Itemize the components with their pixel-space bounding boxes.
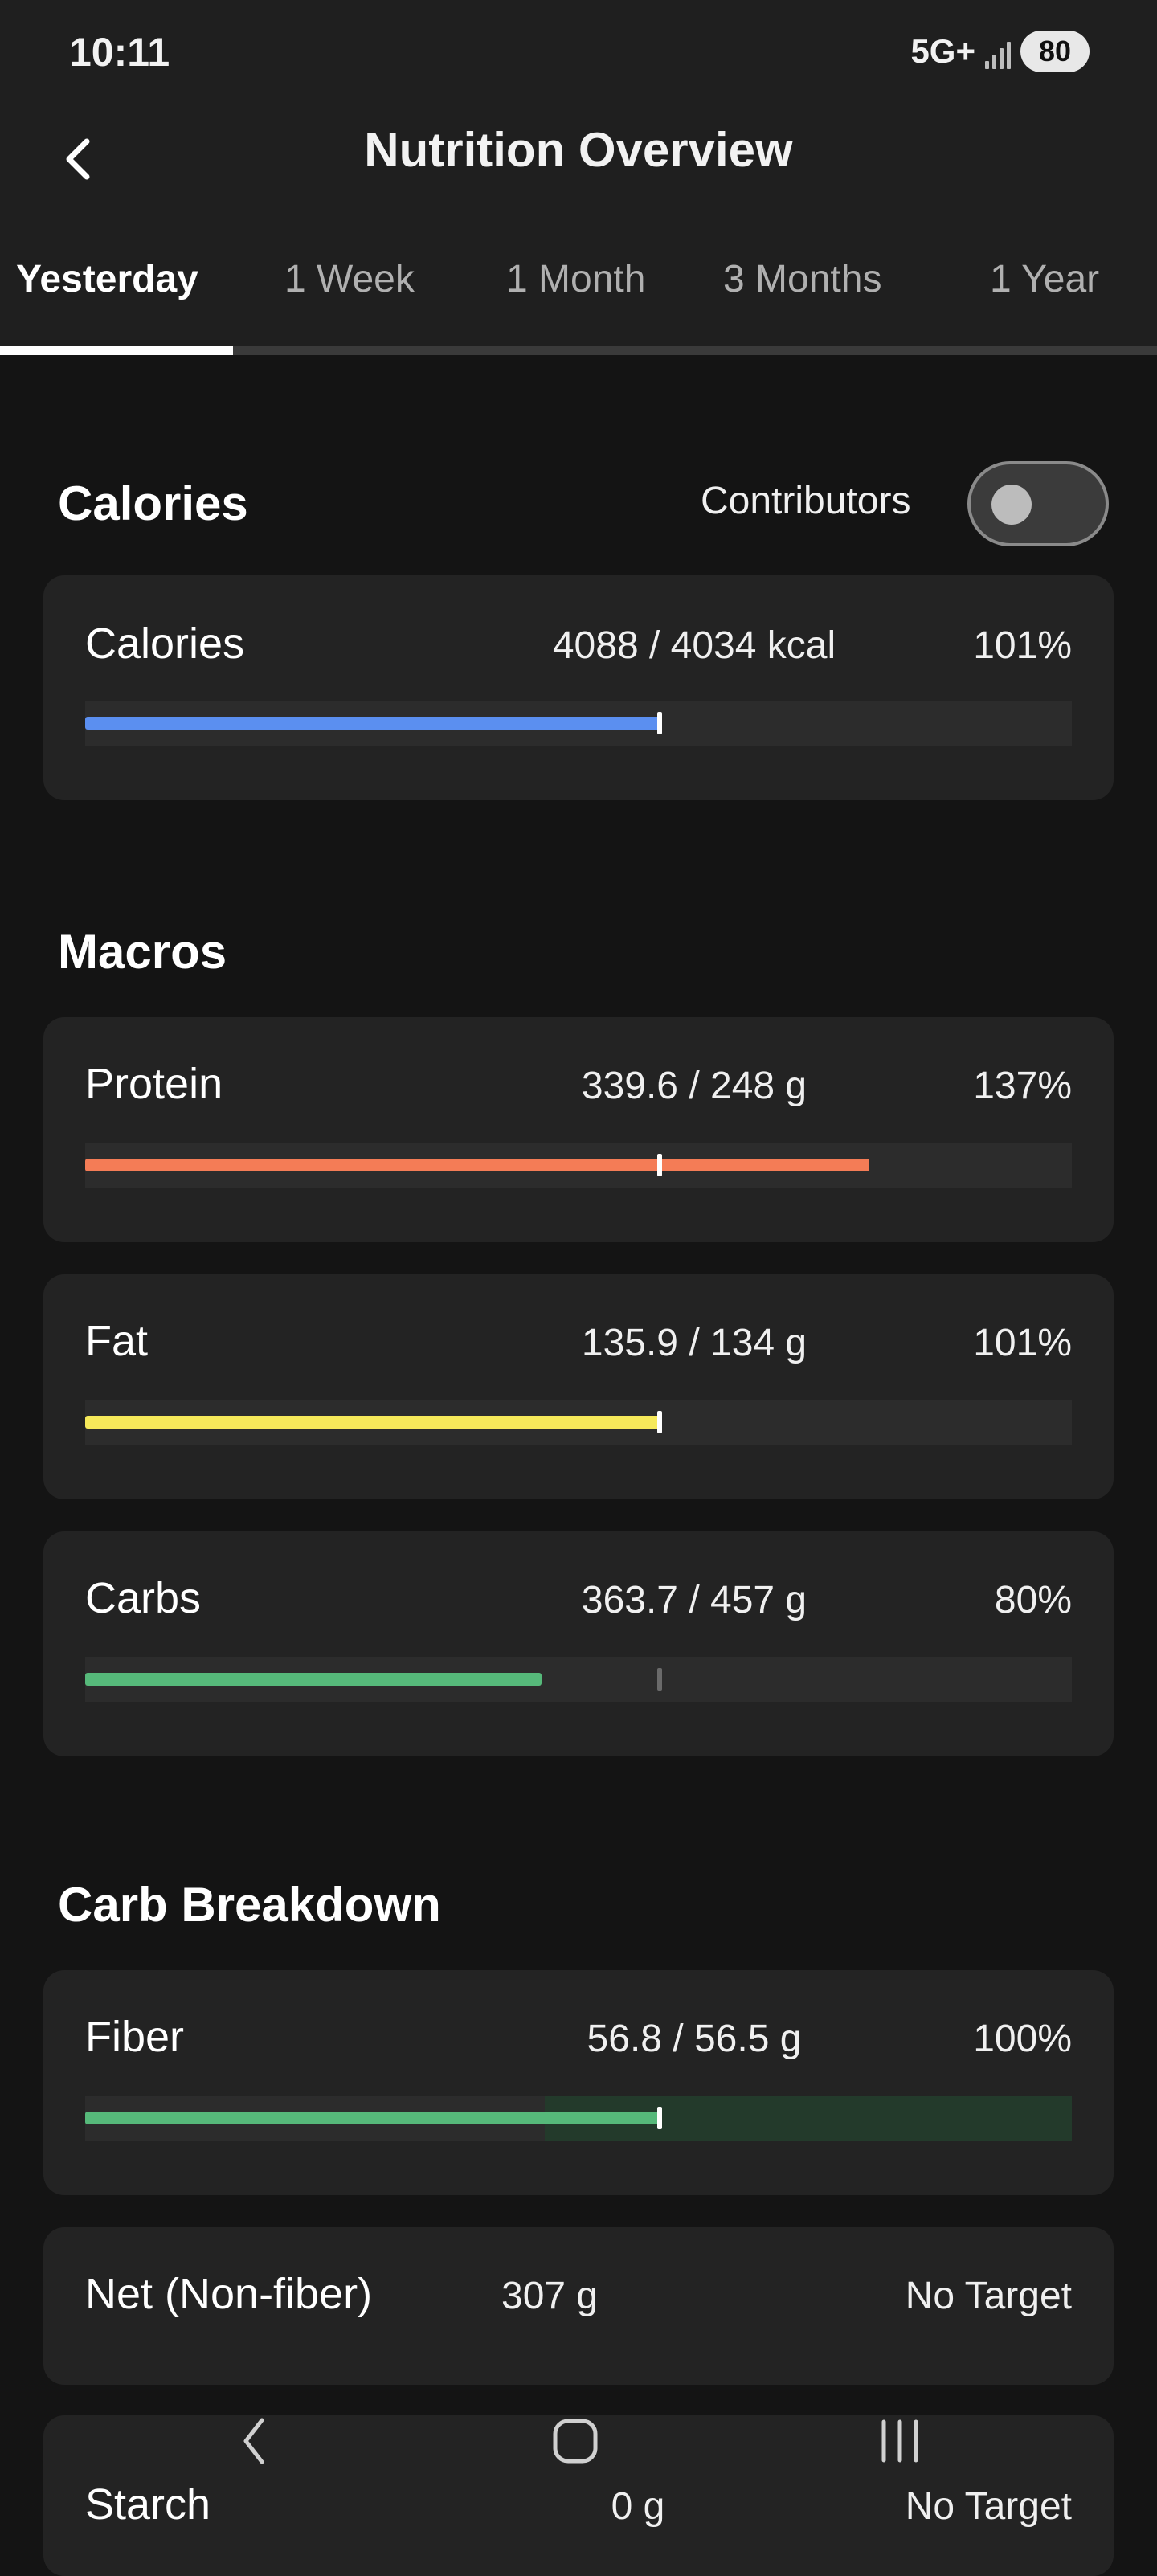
signal-icon [985, 34, 1011, 69]
fat-value: 135.9 / 134 g [581, 1322, 807, 1364]
starch-label: Starch [85, 2480, 211, 2529]
calories-card[interactable]: Calories 4088 / 4034 kcal 101% [43, 575, 1114, 800]
nav-home-icon [553, 2419, 598, 2464]
fat-card[interactable]: Fat 135.9 / 134 g 101% [43, 1274, 1114, 1499]
protein-card[interactable]: Protein 339.6 / 248 g 137% [43, 1017, 1114, 1242]
tab-3-months[interactable]: 3 Months [723, 257, 881, 301]
section-title-carb-breakdown: Carb Breakdown [58, 1878, 441, 1932]
status-indicators: 5G+ 80 [910, 31, 1090, 72]
status-bar: 10:11 5G+ 80 [0, 0, 1157, 104]
tab-indicator [0, 346, 233, 355]
battery-icon: 80 [1020, 31, 1090, 72]
tab-1-year[interactable]: 1 Year [990, 257, 1099, 301]
carbs-card[interactable]: Carbs 363.7 / 457 g 80% [43, 1531, 1114, 1756]
net-carbs-card[interactable]: Net (Non-fiber) 307 g No Target [43, 2227, 1114, 2385]
protein-label: Protein [85, 1060, 223, 1108]
carbs-progress-fill [85, 1673, 542, 1686]
carbs-value: 363.7 / 457 g [581, 1579, 807, 1621]
fat-progress-fill [85, 1416, 661, 1429]
carbs-target-marker [657, 1668, 662, 1691]
net-carbs-target: No Target [905, 2275, 1072, 2317]
protein-value: 339.6 / 248 g [581, 1065, 807, 1107]
tab-1-week[interactable]: 1 Week [284, 257, 415, 301]
fiber-percent: 100% [973, 2018, 1072, 2060]
carbs-progress-bar [85, 1657, 1072, 1702]
calories-value: 4088 / 4034 kcal [552, 624, 836, 667]
fiber-label: Fiber [85, 2013, 185, 2061]
nav-home-button[interactable] [527, 2401, 623, 2481]
network-type: 5G+ [910, 32, 975, 70]
net-carbs-value: 307 g [501, 2275, 599, 2317]
calories-progress-bar [85, 701, 1072, 746]
nav-back-button[interactable] [206, 2401, 302, 2481]
calories-percent: 101% [973, 624, 1072, 667]
contributors-toggle[interactable] [967, 461, 1109, 546]
contributors-label: Contributors [701, 480, 911, 522]
tab-yesterday[interactable]: Yesterday [16, 257, 198, 301]
protein-progress-fill [85, 1159, 869, 1171]
section-title-macros: Macros [58, 925, 227, 979]
nav-recents-button[interactable] [852, 2401, 948, 2481]
fiber-value: 56.8 / 56.5 g [587, 2018, 802, 2060]
fat-target-marker [657, 1411, 662, 1433]
nav-back-icon [243, 2418, 264, 2464]
calories-label: Calories [85, 619, 245, 668]
nav-recents-icon [881, 2419, 918, 2463]
fat-label: Fat [85, 1317, 149, 1365]
status-time: 10:11 [69, 30, 170, 75]
fiber-progress-fill [85, 2112, 659, 2124]
carbs-percent: 80% [994, 1579, 1072, 1621]
protein-target-marker [657, 1154, 662, 1176]
calories-target-marker [657, 712, 662, 734]
fat-percent: 101% [973, 1322, 1072, 1364]
fiber-card[interactable]: Fiber 56.8 / 56.5 g 100% [43, 1970, 1114, 2195]
tab-1-month[interactable]: 1 Month [506, 257, 645, 301]
protein-progress-bar [85, 1143, 1072, 1188]
page-title: Nutrition Overview [364, 123, 793, 177]
carbs-label: Carbs [85, 1574, 202, 1622]
calories-progress-fill [85, 717, 660, 730]
section-title-calories: Calories [58, 476, 248, 530]
system-nav-bar [0, 2401, 1157, 2481]
fiber-target-marker [657, 2107, 662, 2129]
protein-percent: 137% [973, 1065, 1072, 1107]
period-tabs: Yesterday 1 Week 1 Month 3 Months 1 Year [0, 217, 1157, 355]
fiber-progress-bar [85, 2096, 1072, 2141]
app-header: Nutrition Overview [0, 104, 1157, 217]
fat-progress-bar [85, 1400, 1072, 1445]
net-carbs-label: Net (Non-fiber) [85, 2270, 373, 2318]
toggle-knob [991, 485, 1032, 525]
